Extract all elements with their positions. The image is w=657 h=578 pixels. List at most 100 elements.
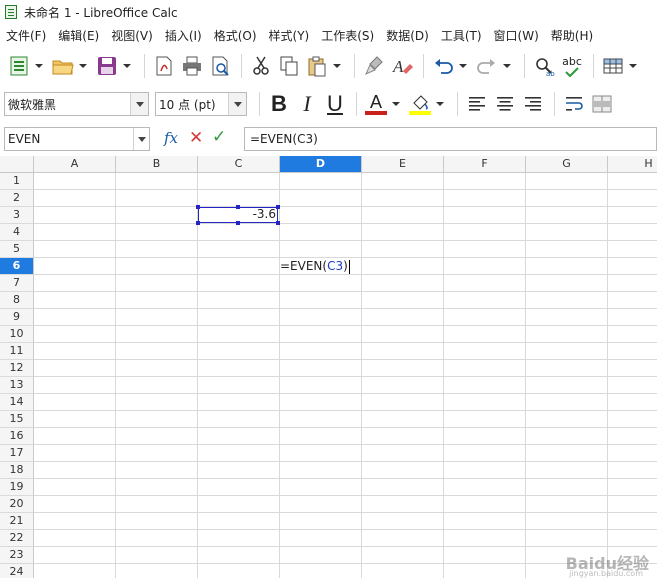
cell-d6-editor[interactable]: =EVEN(C3) [280, 258, 350, 274]
clear-formatting-button[interactable]: A [389, 53, 415, 79]
row-header[interactable]: 7 [0, 275, 34, 292]
row-header[interactable]: 18 [0, 462, 34, 479]
menu-insert[interactable]: 插入(I) [165, 27, 202, 44]
name-box[interactable]: EVEN [4, 127, 150, 151]
find-replace-button[interactable]: ab [531, 53, 557, 79]
function-wizard-icon[interactable]: fx [164, 129, 178, 147]
row-header[interactable]: 24 [0, 564, 34, 578]
row-header[interactable]: 5 [0, 241, 34, 258]
resize-handle[interactable] [196, 221, 200, 225]
paste-button[interactable] [304, 53, 330, 79]
print-preview-button[interactable] [207, 53, 233, 79]
font-color-dropdown[interactable] [391, 91, 401, 117]
column-header-a[interactable]: A [34, 156, 116, 173]
cut-button[interactable] [248, 53, 274, 79]
cell-area[interactable] [34, 173, 657, 578]
formula-input[interactable]: =EVEN(C3) [244, 127, 657, 151]
background-color-button[interactable] [407, 91, 433, 117]
resize-handle[interactable] [276, 205, 280, 209]
spreadsheet-grid[interactable]: A B C D E F G H 1 2 3 4 5 6 7 8 9 10 11 … [0, 156, 657, 578]
column-header-d[interactable]: D [280, 156, 362, 173]
open-dropdown[interactable] [78, 53, 88, 79]
chevron-down-icon[interactable] [130, 93, 148, 115]
row-header[interactable]: 16 [0, 428, 34, 445]
menu-file[interactable]: 文件(F) [6, 27, 46, 44]
select-all-corner[interactable] [0, 156, 34, 173]
resize-handle[interactable] [236, 221, 240, 225]
save-button[interactable] [94, 53, 120, 79]
menu-format[interactable]: 格式(O) [214, 27, 257, 44]
menu-help[interactable]: 帮助(H) [551, 27, 593, 44]
accept-icon[interactable]: ✓ [212, 127, 226, 147]
clone-formatting-button[interactable] [361, 53, 387, 79]
font-color-button[interactable]: A [363, 91, 389, 117]
background-color-dropdown[interactable] [435, 91, 445, 117]
menu-styles[interactable]: 样式(Y) [269, 27, 310, 44]
row-header[interactable]: 1 [0, 173, 34, 190]
export-pdf-button[interactable] [151, 53, 177, 79]
watermark-url: jingyan.baidu.com [569, 569, 643, 578]
print-button[interactable] [179, 53, 205, 79]
redo-button[interactable] [474, 53, 500, 79]
row-header[interactable]: 17 [0, 445, 34, 462]
resize-handle[interactable] [276, 221, 280, 225]
row-header[interactable]: 3 [0, 207, 34, 224]
menu-sheet[interactable]: 工作表(S) [321, 27, 374, 44]
paste-dropdown[interactable] [332, 53, 342, 79]
menu-window[interactable]: 窗口(W) [494, 27, 539, 44]
row-header[interactable]: 10 [0, 326, 34, 343]
open-button[interactable] [50, 53, 76, 79]
row-header-active[interactable]: 6 [0, 258, 34, 275]
redo-dropdown[interactable] [502, 53, 512, 79]
row-header[interactable]: 14 [0, 394, 34, 411]
row-header[interactable]: 15 [0, 411, 34, 428]
align-right-button[interactable] [520, 91, 546, 117]
font-size-combo[interactable]: 10 点 (pt) [155, 92, 247, 116]
menu-data[interactable]: 数据(D) [386, 27, 429, 44]
row-header[interactable]: 4 [0, 224, 34, 241]
new-dropdown[interactable] [34, 53, 44, 79]
copy-button[interactable] [276, 53, 302, 79]
column-header-e[interactable]: E [362, 156, 444, 173]
bold-button[interactable]: B [266, 91, 292, 117]
row-header[interactable]: 12 [0, 360, 34, 377]
row-header[interactable]: 23 [0, 547, 34, 564]
font-name-value: 微软雅黑 [8, 97, 57, 112]
spelling-button[interactable]: abc [559, 53, 585, 79]
column-header-g[interactable]: G [526, 156, 608, 173]
font-name-combo[interactable]: 微软雅黑 [4, 92, 149, 116]
underline-button[interactable]: U [322, 91, 348, 117]
column-header-b[interactable]: B [116, 156, 198, 173]
row-header[interactable]: 2 [0, 190, 34, 207]
row-header[interactable]: 20 [0, 496, 34, 513]
row-header[interactable]: 21 [0, 513, 34, 530]
italic-button[interactable]: I [294, 91, 320, 117]
row-header[interactable]: 19 [0, 479, 34, 496]
merge-cells-button[interactable] [589, 91, 615, 117]
row-header[interactable]: 9 [0, 309, 34, 326]
align-left-button[interactable] [464, 91, 490, 117]
column-header-h[interactable]: H [608, 156, 657, 173]
chevron-down-icon[interactable] [228, 93, 246, 115]
undo-button[interactable] [430, 53, 456, 79]
cancel-icon[interactable]: ✕ [189, 128, 203, 148]
chevron-down-icon[interactable] [133, 128, 149, 150]
menu-view[interactable]: 视图(V) [111, 27, 153, 44]
menu-edit[interactable]: 编辑(E) [58, 27, 99, 44]
resize-handle[interactable] [236, 205, 240, 209]
align-center-button[interactable] [492, 91, 518, 117]
resize-handle[interactable] [196, 205, 200, 209]
undo-dropdown[interactable] [458, 53, 468, 79]
row-header[interactable]: 11 [0, 343, 34, 360]
row-column-button[interactable] [600, 53, 626, 79]
new-document-button[interactable] [6, 53, 32, 79]
menu-tools[interactable]: 工具(T) [441, 27, 482, 44]
row-column-dropdown[interactable] [628, 53, 638, 79]
save-dropdown[interactable] [122, 53, 132, 79]
column-header-c[interactable]: C [198, 156, 280, 173]
row-header[interactable]: 22 [0, 530, 34, 547]
column-header-f[interactable]: F [444, 156, 526, 173]
row-header[interactable]: 8 [0, 292, 34, 309]
row-header[interactable]: 13 [0, 377, 34, 394]
wrap-text-button[interactable] [561, 91, 587, 117]
